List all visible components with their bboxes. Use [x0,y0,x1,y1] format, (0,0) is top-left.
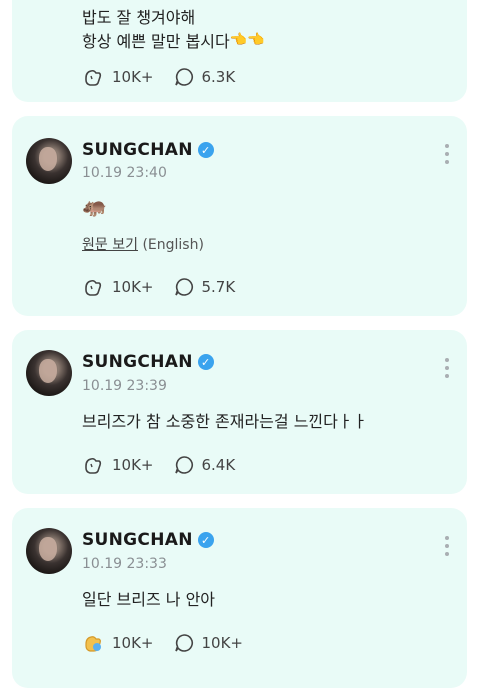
post-text: 일단 브리즈 나 안아 [82,590,216,609]
post-card-0[interactable]: 밥도 잘 챙겨야해 항상 예쁜 말만 봅시다 👈👈 10K+ 6.3K [12,0,467,102]
post-card-3[interactable]: SUNGCHAN ✓ 10.19 23:33 일단 브리즈 나 안아 10K+ … [12,508,467,688]
comment-icon [174,68,193,86]
like-button[interactable]: 10K+ [82,454,154,476]
like-count: 10K+ [112,634,154,652]
original-language: (English) [142,237,204,253]
like-count: 10K+ [112,456,154,474]
post-actions: 10K+ 10K+ [82,632,263,654]
comment-icon [174,456,193,474]
comment-button[interactable]: 6.3K [174,67,236,87]
comment-icon [174,634,193,652]
post-actions: 10K+ 5.7K [82,276,255,298]
more-options-button[interactable] [445,144,449,168]
verified-badge-icon: ✓ [197,532,214,548]
comment-button[interactable]: 5.7K [174,277,236,297]
comment-count: 6.4K [201,456,236,474]
more-icon [445,358,449,362]
comment-icon [174,278,193,296]
translate-row: 원문 보기 (English) [82,234,204,254]
like-button[interactable]: 10K+ [82,66,154,88]
avatar[interactable] [26,138,72,184]
more-icon [445,144,449,148]
post-text: 브리즈가 참 소중한 존재라는걸 느낀다ㅏㅏ [82,412,368,431]
comment-count: 6.3K [201,68,236,86]
like-icon [85,457,102,474]
post-text: 항상 예쁜 말만 봅시다 [82,32,230,51]
like-button[interactable]: 10K+ [82,632,154,654]
like-icon [85,69,102,86]
post-card-2[interactable]: SUNGCHAN ✓ 10.19 23:39 브리즈가 참 소중한 존재라는걸 … [12,330,467,494]
like-active-icon [85,636,101,652]
pointing-hands-emoji: 👈👈 [229,32,265,48]
more-options-button[interactable] [445,536,449,560]
post-actions: 10K+ 6.3K [82,66,255,88]
more-options-button[interactable] [445,358,449,382]
post-timestamp: 10.19 23:40 [82,165,167,181]
comment-button[interactable]: 6.4K [174,455,236,475]
author-name[interactable]: SUNGCHAN ✓ [82,140,214,160]
view-original-link[interactable]: 원문 보기 [82,237,138,253]
comment-button[interactable]: 10K+ [174,633,244,653]
author-name[interactable]: SUNGCHAN ✓ [82,530,214,550]
verified-badge-icon: ✓ [197,142,214,158]
post-card-1[interactable]: SUNGCHAN ✓ 10.19 23:40 🦛 원문 보기 (English)… [12,116,467,316]
comment-count: 5.7K [201,278,236,296]
verified-badge-icon: ✓ [197,354,214,370]
like-count: 10K+ [112,68,154,86]
post-text-line-2: 항상 예쁜 말만 봅시다 👈👈 [82,28,265,52]
post-text-line-1: 밥도 잘 챙겨야해 [82,8,196,27]
comment-count: 10K+ [201,634,244,652]
avatar[interactable] [26,350,72,396]
more-icon [445,536,449,540]
post-timestamp: 10.19 23:33 [82,556,167,572]
like-button[interactable]: 10K+ [82,276,154,298]
hippo-emoji: 🦛 [82,194,107,218]
post-actions: 10K+ 6.4K [82,454,255,476]
avatar[interactable] [26,528,72,574]
post-timestamp: 10.19 23:39 [82,378,167,394]
author-name[interactable]: SUNGCHAN ✓ [82,352,214,372]
like-icon [85,279,102,296]
like-count: 10K+ [112,278,154,296]
